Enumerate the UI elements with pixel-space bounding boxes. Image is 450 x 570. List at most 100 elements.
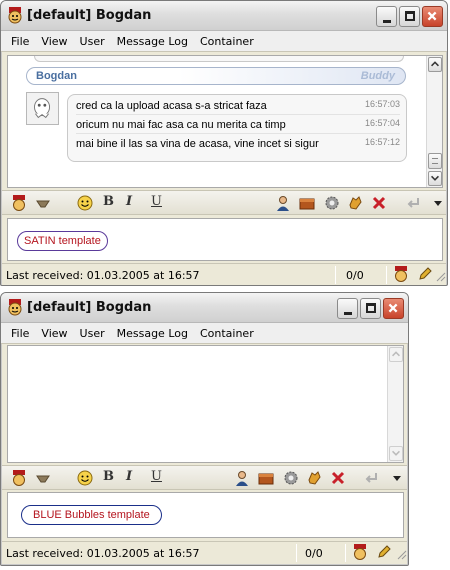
pencil-icon[interactable] [417,266,433,282]
sender-group: Buddy [360,70,395,82]
menu-container[interactable]: Container [194,327,260,340]
dropdown-icon[interactable] [389,470,405,486]
message-time: 16:57:04 [364,118,400,128]
file-transfer-icon[interactable] [258,470,274,486]
pencil-icon[interactable] [376,544,392,560]
app-icon[interactable] [352,544,368,560]
minimize-button[interactable] [376,6,397,27]
message-group: cred ca la upload acasa s-a stricat faza… [67,94,407,162]
menu-message-log[interactable]: Message Log [111,35,194,48]
resize-grip-icon[interactable] [395,548,407,560]
user-info-icon[interactable] [234,470,250,486]
vertical-scrollbar[interactable] [426,56,442,187]
message: mai bine il las sa vina de acasa, vine i… [76,135,400,153]
close-icon [427,11,437,21]
status-divider [335,266,336,284]
status-bar: Last received: 01.03.2005 at 16:57 0/0 [2,541,407,563]
status-divider [296,544,297,562]
file-transfer-icon[interactable] [299,195,315,211]
chat-window-blue-bubbles: [default] Bogdan File View User Message … [0,292,409,566]
bold-icon[interactable]: B [103,194,119,210]
chat-log[interactable] [7,345,404,463]
smiley-icon[interactable] [77,470,93,486]
avatar [26,92,59,125]
chat-window-satin: [default] Bogdan File View User Message … [0,0,448,286]
chevron-up-icon [392,351,400,357]
menu-bar: File View User Message Log Container [1,323,408,344]
scroll-up-button[interactable] [389,347,403,362]
status-divider [386,266,387,284]
scroll-down-button[interactable] [428,171,442,186]
italic-icon[interactable]: I [126,194,142,210]
block-icon[interactable] [306,470,322,486]
dropdown-icon[interactable] [430,195,446,211]
bold-icon[interactable]: B [103,469,119,485]
status-divider [345,544,346,562]
send-icon[interactable] [405,195,421,211]
settings-icon[interactable] [324,195,340,211]
resize-grip-icon[interactable] [434,270,446,282]
scroll-down-button[interactable] [389,446,403,461]
user-info-icon[interactable] [275,195,291,211]
italic-icon[interactable]: I [126,469,142,485]
menu-user[interactable]: User [74,327,111,340]
menu-message-log[interactable]: Message Log [111,327,194,340]
maximize-button[interactable] [399,6,420,27]
template-label: BLUE Bubbles template [21,505,162,525]
menu-view[interactable]: View [35,35,73,48]
message-input[interactable]: BLUE Bubbles template [7,492,404,538]
message-text: cred ca la upload acasa s-a stricat faza [76,100,267,112]
default-avatar-icon [34,98,51,119]
chevron-down-icon [392,450,400,456]
close-chat-icon[interactable] [371,195,387,211]
block-icon[interactable] [347,195,363,211]
last-received-text: Last received: 01.03.2005 at 16:57 [6,269,200,282]
window-title: [default] Bogdan [27,300,152,315]
chat-log[interactable]: Bogdan Buddy cred ca la upload acasa s-a… [7,55,443,188]
app-icon[interactable] [393,266,409,282]
menu-file[interactable]: File [5,327,35,340]
message-count: 0/0 [346,269,364,282]
message: cred ca la upload acasa s-a stricat faza… [76,97,400,115]
eraser-icon[interactable] [35,195,51,211]
menu-file[interactable]: File [5,35,35,48]
menu-bar: File View User Message Log Container [1,31,447,52]
underline-icon[interactable]: U [151,469,167,485]
menu-container[interactable]: Container [194,35,260,48]
close-chat-icon[interactable] [330,470,346,486]
scroll-thumb[interactable] [428,153,442,169]
title-bar[interactable]: [default] Bogdan [1,293,408,323]
format-toolbar: B I U [2,190,446,215]
app-icon [8,299,22,316]
message-time: 16:57:12 [364,137,400,147]
menu-view[interactable]: View [35,327,73,340]
settings-icon[interactable] [283,470,299,486]
message-time: 16:57:03 [364,99,400,109]
app-icon[interactable] [11,470,27,486]
sender-name: Bogdan [36,70,77,82]
app-icon[interactable] [11,195,27,211]
message-input[interactable]: SATIN template [7,218,443,261]
sender-header: Bogdan Buddy [26,67,406,85]
minimize-button[interactable] [337,298,358,319]
title-bar[interactable]: [default] Bogdan [1,1,447,31]
chevron-up-icon [431,61,439,67]
message-count: 0/0 [305,547,323,560]
last-received-text: Last received: 01.03.2005 at 16:57 [6,547,200,560]
close-icon [388,303,398,313]
maximize-button[interactable] [360,298,381,319]
format-toolbar: B I U [2,465,407,490]
template-label: SATIN template [17,231,108,251]
message-text: oricum nu mai fac asa ca nu merita ca ti… [76,119,286,131]
smiley-icon[interactable] [77,195,93,211]
eraser-icon[interactable] [35,470,51,486]
send-icon[interactable] [363,470,379,486]
message-text: mai bine il las sa vina de acasa, vine i… [76,138,319,150]
close-button[interactable] [383,298,404,319]
vertical-scrollbar[interactable] [387,346,403,462]
close-button[interactable] [422,6,443,27]
chevron-down-icon [431,175,439,181]
underline-icon[interactable]: U [151,194,167,210]
menu-user[interactable]: User [74,35,111,48]
scroll-up-button[interactable] [428,57,442,72]
